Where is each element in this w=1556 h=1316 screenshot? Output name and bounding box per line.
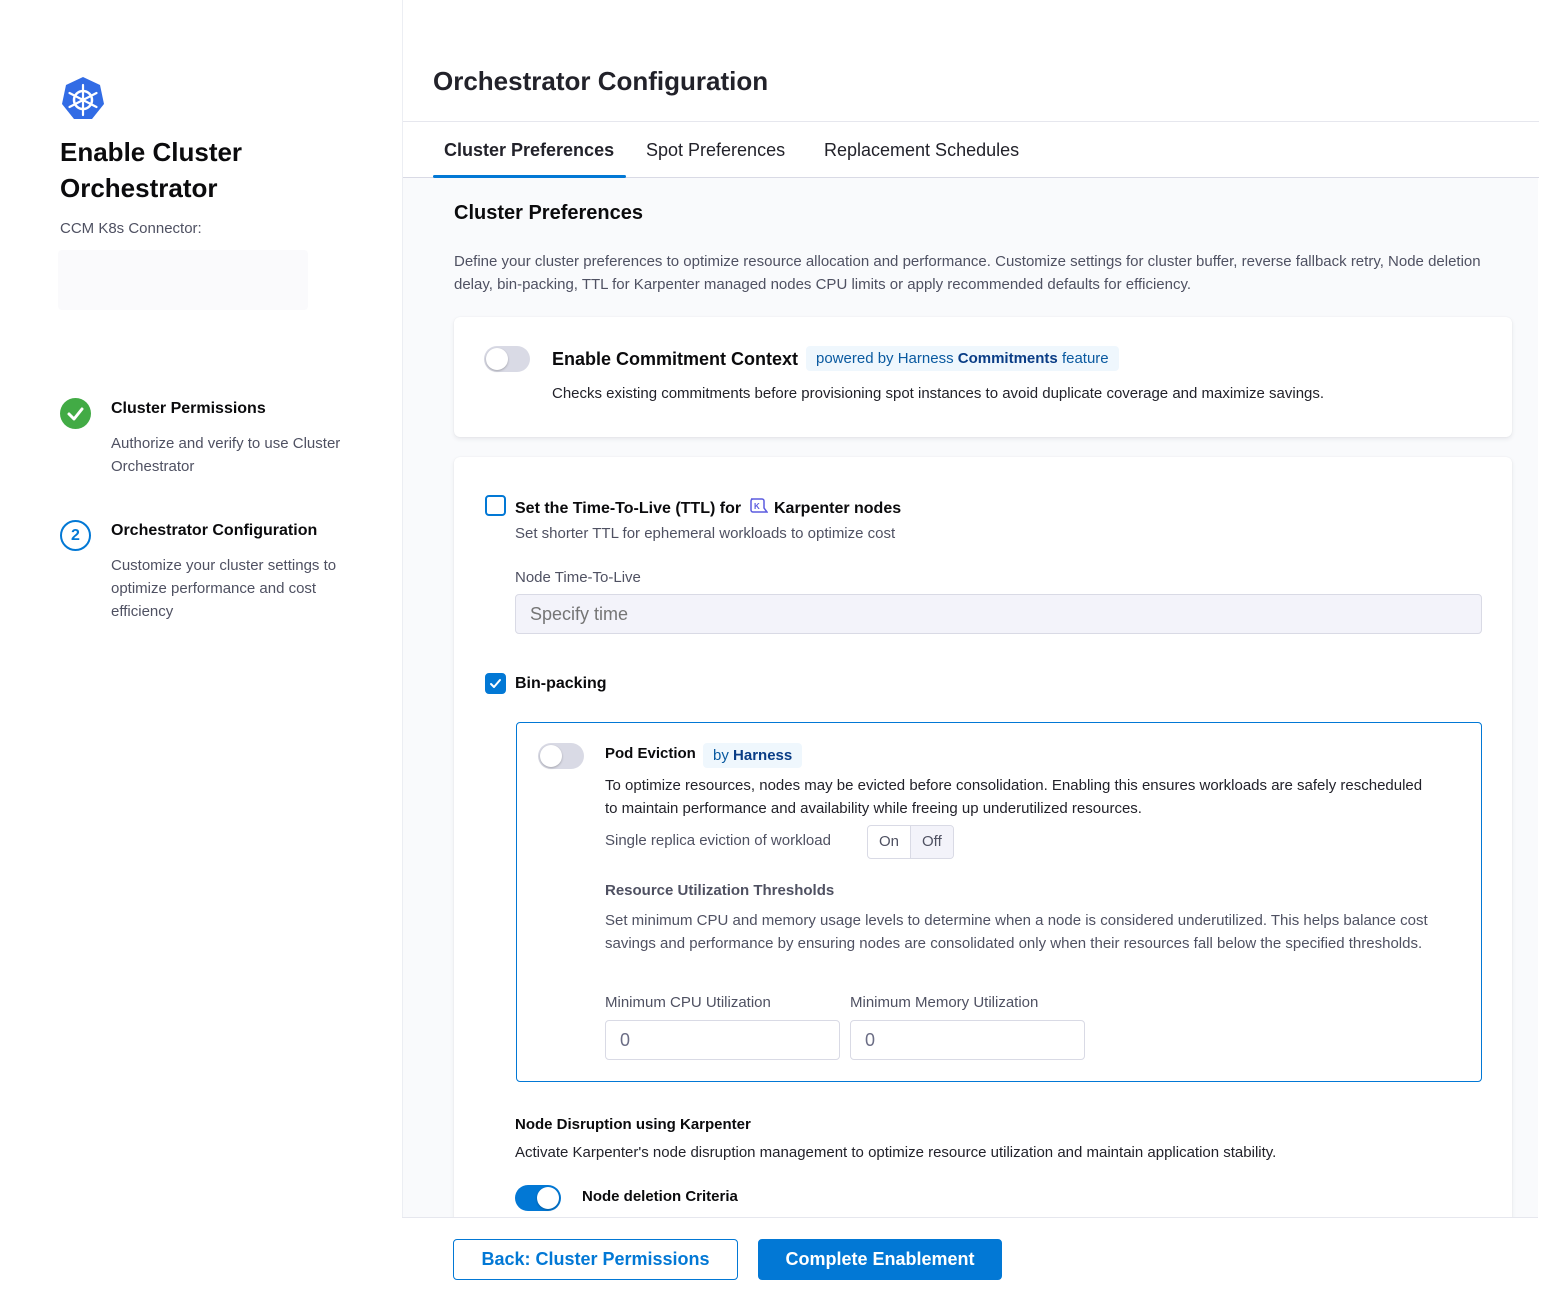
commitment-context-toggle[interactable] <box>484 346 530 372</box>
section-description: Define your cluster preferences to optim… <box>454 253 1481 293</box>
node-deletion-criteria-label: Node deletion Criteria <box>582 1188 738 1205</box>
tab-bar: Cluster Preferences Spot Preferences Rep… <box>403 122 1539 178</box>
commitment-context-title: Enable Commitment Context <box>552 349 799 369</box>
node-deletion-criteria-toggle[interactable] <box>515 1185 561 1211</box>
complete-enablement-button[interactable]: Complete Enablement <box>758 1239 1002 1280</box>
bin-packing-checkbox[interactable] <box>485 673 506 694</box>
cpu-utilization-input[interactable] <box>605 1020 840 1060</box>
ttl-checkbox[interactable] <box>485 495 506 516</box>
tab-replacement-schedules[interactable]: Replacement Schedules <box>824 140 1019 161</box>
thresholds-title: Resource Utilization Thresholds <box>605 882 835 899</box>
check-icon <box>490 679 501 688</box>
connector-label: CCM K8s Connector: <box>60 220 202 237</box>
footer: Back: Cluster Permissions Complete Enabl… <box>402 1217 1538 1316</box>
step-number: 2 <box>60 520 91 551</box>
pod-eviction-toggle[interactable] <box>538 743 584 769</box>
node-ttl-input[interactable] <box>515 594 1482 634</box>
main-header: Orchestrator Configuration <box>403 0 1539 122</box>
connector-value-box <box>58 250 308 310</box>
node-disruption-description: Activate Karpenter's node disruption man… <box>515 1144 1277 1161</box>
harness-badge: by Harness <box>703 743 803 768</box>
single-replica-label: Single replica eviction of workload <box>605 832 831 849</box>
thresholds-description: Set minimum CPU and memory usage levels … <box>605 912 1428 952</box>
step-description: Authorize and verify to use Cluster Orch… <box>111 435 341 475</box>
commitment-context-card: Enable Commitment Context powered by Har… <box>454 317 1512 437</box>
back-button[interactable]: Back: Cluster Permissions <box>453 1239 738 1280</box>
memory-utilization-input[interactable] <box>850 1020 1085 1060</box>
main-panel: Orchestrator Configuration Cluster Prefe… <box>402 0 1539 1316</box>
single-replica-off[interactable]: Off <box>910 826 953 858</box>
bin-packing-label: Bin-packing <box>515 675 607 692</box>
pod-eviction-panel: Pod Eviction by Harness To optimize reso… <box>516 722 1482 1082</box>
single-replica-switch: On Off <box>867 825 954 859</box>
ttl-field-label: Node Time-To-Live <box>515 569 641 586</box>
memory-utilization-label: Minimum Memory Utilization <box>850 994 1039 1011</box>
check-icon <box>60 398 91 429</box>
commitment-context-description: Checks existing commitments before provi… <box>552 385 1325 402</box>
section-title: Cluster Preferences <box>454 202 643 224</box>
step-description: Customize your cluster settings to optim… <box>111 557 337 620</box>
pod-eviction-title: Pod Eviction <box>605 745 696 762</box>
karpenter-icon: K <box>749 498 769 513</box>
commitments-feature-badge: powered by Harness Commitments feature <box>806 346 1119 371</box>
svg-text:K: K <box>754 502 760 511</box>
ttl-description: Set shorter TTL for ephemeral workloads … <box>515 525 896 542</box>
active-tab-indicator <box>433 175 626 178</box>
step-title: Cluster Permissions <box>111 400 266 417</box>
cpu-utilization-label: Minimum CPU Utilization <box>605 994 771 1011</box>
step-title: Orchestrator Configuration <box>111 522 318 539</box>
pod-eviction-description: To optimize resources, nodes may be evic… <box>605 777 1423 817</box>
cluster-settings-card: Set the Time-To-Live (TTL) for K Karpent… <box>454 457 1512 1237</box>
ttl-title: Set the Time-To-Live (TTL) for K Karpent… <box>515 497 901 518</box>
tab-cluster-preferences[interactable]: Cluster Preferences <box>444 140 614 161</box>
sidebar-title: Enable Cluster Orchestrator <box>60 137 243 203</box>
tab-spot-preferences[interactable]: Spot Preferences <box>646 140 785 161</box>
single-replica-on[interactable]: On <box>868 826 910 858</box>
sidebar: Enable Cluster Orchestrator CCM K8s Conn… <box>0 0 402 1316</box>
kubernetes-icon <box>62 77 104 119</box>
node-disruption-title: Node Disruption using Karpenter <box>515 1116 751 1133</box>
page-title: Orchestrator Configuration <box>433 66 769 96</box>
